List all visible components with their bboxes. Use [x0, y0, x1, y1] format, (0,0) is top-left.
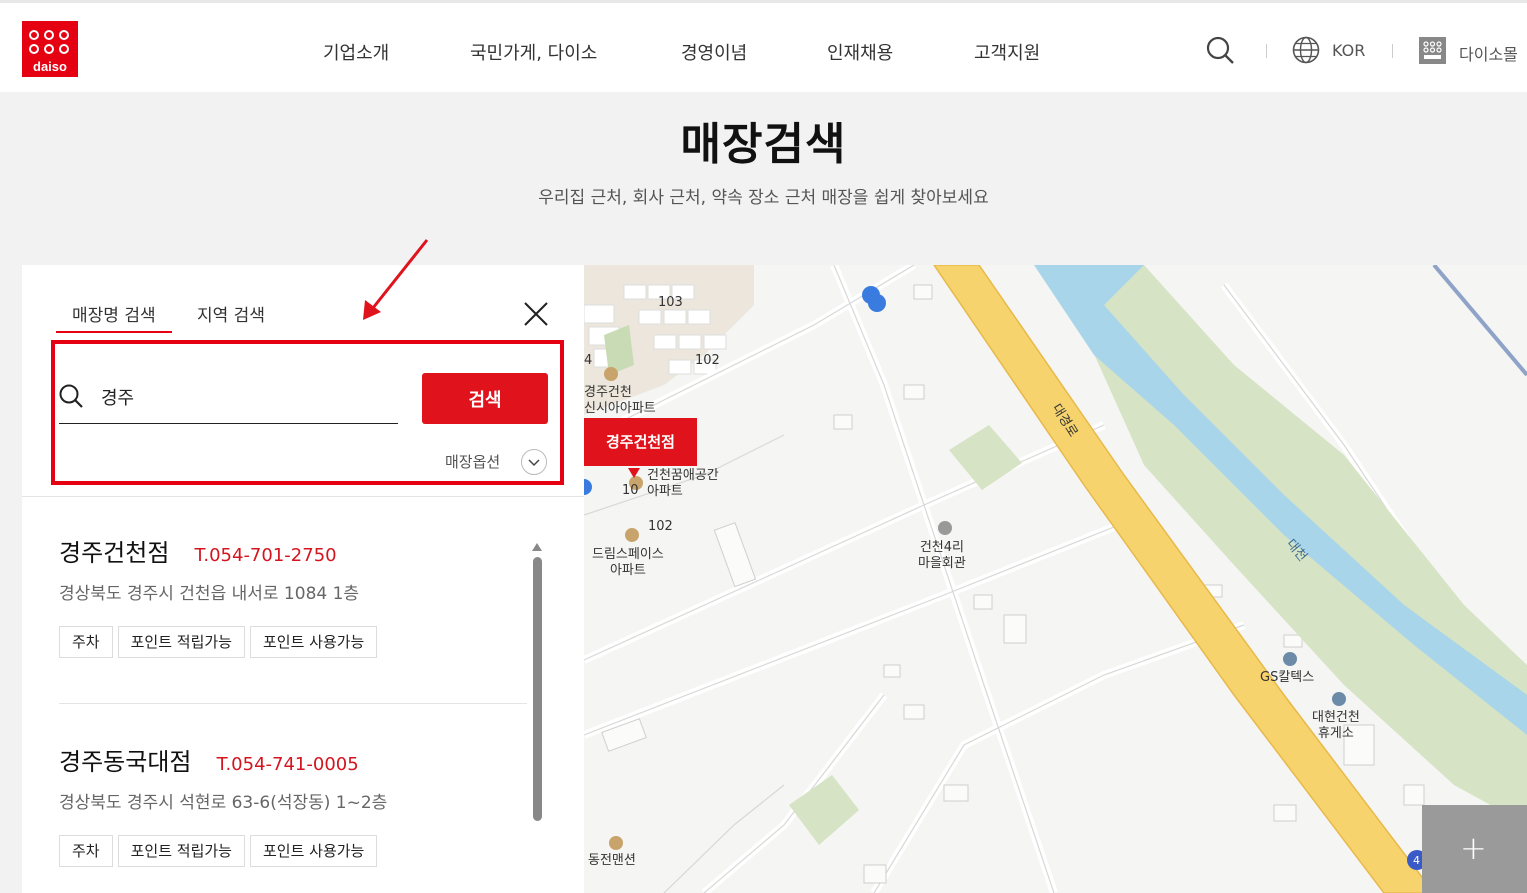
nav-item-philosophy[interactable]: 경영이념: [681, 39, 747, 65]
store-search-panel: 매장명 검색 지역 검색 검색 매장옵션 경주건천점 T.054-701-275…: [22, 265, 584, 893]
search-underline: [59, 423, 398, 424]
site-header: daiso 기업소개 국민가게, 다이소 경영이념 인재채용 고객지원 KOR …: [0, 0, 1527, 92]
map-poi-label: 건천4리 마을회관: [918, 540, 966, 571]
store-phone[interactable]: T.054-741-0005: [217, 754, 359, 775]
map-building-number: 102: [648, 519, 673, 534]
tag-parking: 주차: [59, 835, 113, 867]
store-phone[interactable]: T.054-701-2750: [195, 545, 337, 566]
page-subtitle: 우리집 근처, 회사 근처, 약속 장소 근처 매장을 쉽게 찾아보세요: [538, 188, 989, 208]
map-building-number: 103: [658, 295, 683, 310]
zoom-in-button[interactable]: +: [1422, 805, 1527, 893]
tag-point-earn: 포인트 적립가능: [117, 835, 245, 867]
nav-item-company[interactable]: 기업소개: [323, 39, 389, 65]
search-icon: [58, 383, 84, 409]
language-label[interactable]: KOR: [1332, 41, 1365, 60]
daiso-mall-icon[interactable]: [1419, 37, 1446, 64]
nav-item-support[interactable]: 고객지원: [974, 39, 1040, 65]
header-divider: [1392, 44, 1393, 58]
logo-wordmark: daiso: [33, 59, 67, 74]
map-poi-label: 동전맨션: [588, 853, 636, 868]
annotation-arrow-icon: [363, 239, 429, 320]
tag-point-use: 포인트 사용가능: [249, 626, 378, 658]
map-canvas: [584, 265, 1527, 893]
scrollbar-thumb[interactable]: [533, 557, 542, 821]
list-item[interactable]: 경주건천점 T.054-701-2750 경상북도 경주시 건천읍 내서로 10…: [59, 533, 378, 658]
tag-point-use: 포인트 사용가능: [249, 835, 378, 867]
tab-region-search[interactable]: 지역 검색: [197, 301, 265, 326]
search-button[interactable]: 검색: [422, 373, 548, 424]
panel-divider: [22, 496, 584, 497]
header-divider: [1266, 44, 1267, 58]
map-poi-label: GS칼텍스: [1260, 670, 1315, 685]
page-title: 매장검색: [680, 119, 847, 170]
map-poi-label: 경주건천 신시아아파트: [584, 385, 656, 416]
map-poi-label: 대현건천 휴게소: [1312, 710, 1360, 741]
map-building-number: 10: [622, 483, 639, 498]
store-address: 경상북도 경주시 석현로 63-6(석장동) 1~2층: [59, 793, 388, 813]
active-tab-indicator: [56, 331, 172, 333]
tab-store-name-search[interactable]: 매장명 검색: [72, 301, 156, 326]
store-tags: 주차 포인트 적립가능 포인트 사용가능: [59, 835, 378, 867]
close-icon[interactable]: [522, 300, 550, 328]
store-address: 경상북도 경주시 건천읍 내서로 1084 1층: [59, 584, 360, 604]
store-name[interactable]: 경주건천점: [59, 533, 169, 568]
list-divider: [59, 703, 527, 704]
store-tags: 주차 포인트 적립가능 포인트 사용가능: [59, 626, 378, 658]
scroll-up-arrow-icon[interactable]: [531, 538, 543, 551]
chevron-down-icon[interactable]: [521, 449, 547, 475]
map-poi-label: 건천꿈애공간 아파트: [647, 468, 719, 499]
map-road-number: 4: [1413, 854, 1420, 867]
map-poi-label: 드림스페이스 아파트: [592, 547, 664, 578]
store-marker-label[interactable]: 경주건천점: [584, 418, 697, 466]
store-option-label[interactable]: 매장옵션: [445, 451, 500, 472]
search-form-highlight: 검색 매장옵션: [51, 340, 564, 485]
plus-icon: +: [1460, 829, 1487, 867]
daiso-logo[interactable]: daiso: [22, 21, 78, 77]
tag-parking: 주차: [59, 626, 113, 658]
list-item[interactable]: 경주동국대점 T.054-741-0005 경상북도 경주시 석현로 63-6(…: [59, 742, 387, 867]
logo-dots-icon: [29, 30, 69, 54]
map-building-number: 4: [584, 353, 593, 368]
tag-point-earn: 포인트 적립가능: [117, 626, 245, 658]
map-building-number: 102: [695, 353, 720, 368]
store-name[interactable]: 경주동국대점: [59, 742, 191, 777]
map-view[interactable]: 경주건천점 103 102 4 경주건천 신시아아파트 건천꿈애공간 아파트 1…: [584, 265, 1527, 893]
nav-item-recruit[interactable]: 인재채용: [827, 39, 893, 65]
nav-item-national-store[interactable]: 국민가게, 다이소: [470, 39, 597, 65]
daiso-mall-link[interactable]: 다이소몰: [1459, 41, 1518, 65]
globe-icon[interactable]: [1292, 36, 1320, 64]
search-icon[interactable]: [1205, 35, 1235, 65]
search-input[interactable]: [101, 383, 391, 411]
